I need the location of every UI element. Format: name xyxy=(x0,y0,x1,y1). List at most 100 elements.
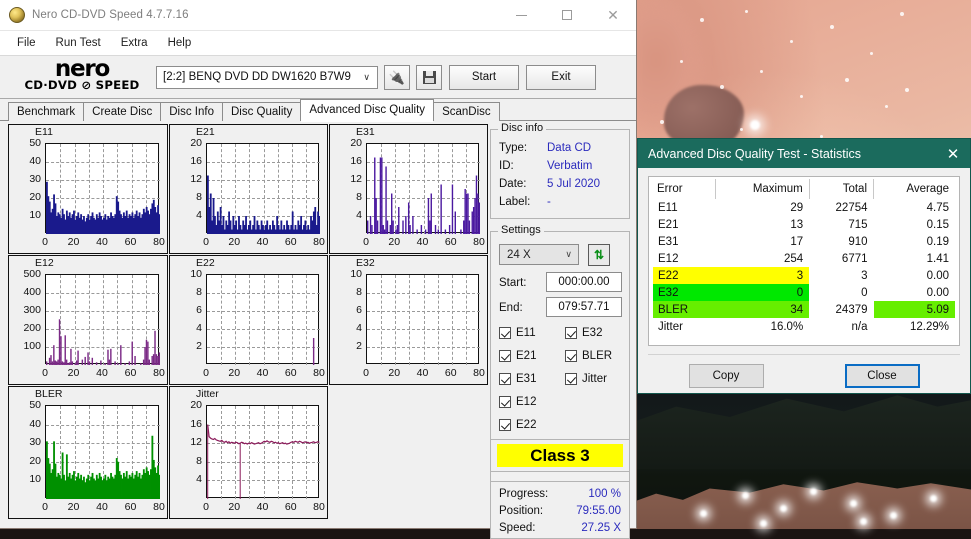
menubar: File Run Test Extra Help xyxy=(0,31,636,55)
close-dialog-button[interactable]: Close xyxy=(844,364,920,388)
exit-button[interactable]: Exit xyxy=(526,64,596,90)
x-axis-tick-label: 20 xyxy=(228,501,241,513)
cell-average: 12.29% xyxy=(909,320,949,333)
checkbox-e31[interactable]: E31 xyxy=(499,373,536,385)
menu-extra[interactable]: Extra xyxy=(112,34,157,52)
tab-disc-info[interactable]: Disc Info xyxy=(160,102,223,121)
y-axis-tick-label: 16 xyxy=(190,155,202,167)
start-button[interactable]: Start xyxy=(449,64,519,90)
y-axis-tick-label: 20 xyxy=(350,137,362,149)
drive-select-value: [2:2] BENQ DVD DD DW1620 B7W9 xyxy=(163,71,351,83)
x-axis-tick-label: 60 xyxy=(284,501,297,513)
menu-file[interactable]: File xyxy=(8,34,45,52)
tab-benchmark[interactable]: Benchmark xyxy=(8,102,85,121)
chart-e32: E32 2 4 6 8 10 0 20 40 60 80 xyxy=(329,255,488,385)
table-row: BLER 34 24379 5.09 xyxy=(653,301,955,318)
x-axis-tick-label: 80 xyxy=(313,236,325,248)
tab-content-advanced-disc-quality: E11 10 20 30 40 50 0 20 40 60 80 E21 4 8 12 16 20 0 20 40 60… xyxy=(0,121,636,539)
drive-select[interactable]: [2:2] BENQ DVD DD DW1620 B7W9 ∨ xyxy=(156,65,378,89)
y-axis-tick-label: 4 xyxy=(356,209,362,221)
tab-advanced-disc-quality[interactable]: Advanced Disc Quality xyxy=(300,99,435,122)
disc-label-value: - xyxy=(547,196,551,208)
wallpaper-star xyxy=(790,40,793,43)
checkbox-e32[interactable]: E32 xyxy=(565,327,602,339)
speed-select[interactable]: 24 X ∨ xyxy=(499,244,579,265)
toolbar: nero CD·DVD ⊘ SPEED [2:2] BENQ DVD DD DW… xyxy=(0,55,636,99)
chevron-down-icon: ∨ xyxy=(363,71,370,82)
table-row: E32 0 0 0.00 xyxy=(653,284,955,301)
col-header-total: Total xyxy=(809,179,875,199)
chart-series xyxy=(46,319,160,365)
cell-maximum: 0 xyxy=(715,284,810,301)
wallpaper-ground-light xyxy=(860,518,867,525)
checkbox-e21[interactable]: E21 xyxy=(499,350,536,362)
chart-e22: E22 2 4 6 8 10 0 20 40 60 80 xyxy=(169,255,328,385)
plugin-button[interactable]: 🔌 xyxy=(384,64,410,90)
y-axis-tick-label: 50 xyxy=(29,137,41,149)
refresh-button[interactable]: ⇅ xyxy=(588,244,610,266)
statistics-dialog: Advanced Disc Quality Test - Statistics … xyxy=(637,138,971,394)
y-axis-tick-label: 2 xyxy=(356,340,362,352)
y-axis-tick-label: 4 xyxy=(196,322,202,334)
menu-run-test[interactable]: Run Test xyxy=(47,34,110,52)
minimize-button[interactable] xyxy=(498,0,544,31)
y-axis-tick-label: 8 xyxy=(196,191,202,203)
table-row: E31 17 910 0.19 xyxy=(653,233,955,250)
cell-average: 0.00 xyxy=(926,269,949,282)
cell-maximum: 16.0% xyxy=(770,320,804,333)
checkbox-e22[interactable]: E22 xyxy=(499,419,536,431)
chart-plot-area xyxy=(45,274,160,365)
nero-logo-word: nero xyxy=(54,56,111,82)
wallpaper-star xyxy=(900,12,904,16)
x-axis-tick-label: 40 xyxy=(256,367,269,379)
wallpaper-ground-light xyxy=(760,520,767,527)
checkbox-label: Jitter xyxy=(582,373,607,385)
y-axis-tick-label: 12 xyxy=(190,173,202,185)
window-titlebar: Nero CD-DVD Speed 4.7.7.16 ✕ xyxy=(0,0,636,31)
menu-help[interactable]: Help xyxy=(159,34,201,52)
y-axis-tick-label: 400 xyxy=(23,286,41,298)
tab-create-disc[interactable]: Create Disc xyxy=(83,102,162,121)
disc-id-value: Verbatim xyxy=(547,160,593,172)
tab-scandisc[interactable]: ScanDisc xyxy=(433,102,500,121)
checkbox-e12[interactable]: E12 xyxy=(499,396,536,408)
end-time-input[interactable]: 079:57.71 xyxy=(546,297,622,317)
close-icon[interactable]: ✕ xyxy=(936,139,970,168)
save-button[interactable] xyxy=(416,64,442,90)
checkbox-icon xyxy=(499,327,511,339)
close-button[interactable]: ✕ xyxy=(590,0,636,31)
y-axis-tick-label: 40 xyxy=(29,155,41,167)
checkbox-icon xyxy=(499,373,511,385)
speed-label: Speed: xyxy=(499,522,536,534)
y-axis-tick-label: 16 xyxy=(350,155,362,167)
chart-plot-area xyxy=(45,143,160,234)
progress-panel: Progress: 100 % Position: 79:55.00 Speed… xyxy=(490,481,630,539)
cell-maximum: 13 xyxy=(790,218,804,231)
speed-value: 27.25 X xyxy=(581,522,621,534)
y-axis-tick-label: 6 xyxy=(356,304,362,316)
checkbox-e11[interactable]: E11 xyxy=(499,327,536,339)
x-axis-tick-label: 40 xyxy=(96,367,108,379)
checkbox-jitter[interactable]: Jitter xyxy=(565,373,607,385)
copy-button[interactable]: Copy xyxy=(688,364,764,388)
checkbox-bler[interactable]: BLER xyxy=(565,350,612,362)
statistics-table: Error Maximum Total Average E11 29 22754 4.… xyxy=(653,179,955,335)
nero-cd-dvd-speed-window: Nero CD-DVD Speed 4.7.7.16 ✕ File Run Te… xyxy=(0,0,637,539)
tab-disc-quality[interactable]: Disc Quality xyxy=(222,102,302,121)
y-axis-tick-label: 200 xyxy=(23,322,41,334)
start-time-input[interactable]: 000:00.00 xyxy=(546,272,622,292)
wallpaper-ground-light xyxy=(810,488,817,495)
quality-class-panel: Class 3 xyxy=(490,439,630,472)
wallpaper-ground-light xyxy=(700,510,707,517)
x-axis-tick-label: 20 xyxy=(228,236,241,248)
x-axis-tick-label: 0 xyxy=(363,236,369,248)
y-axis-tick-label: 10 xyxy=(29,209,41,221)
statistics-dialog-footer: Copy Close xyxy=(648,354,960,388)
statistics-dialog-body: Error Maximum Total Average E11 29 22754 4.… xyxy=(638,168,970,388)
nero-logo-subtitle: CD·DVD ⊘ SPEED xyxy=(24,78,140,92)
cell-error: E21 xyxy=(658,218,679,231)
cell-total: 6771 xyxy=(841,252,868,265)
y-axis-tick-label: 30 xyxy=(29,436,41,449)
chart-series xyxy=(46,181,160,234)
maximize-button[interactable] xyxy=(544,0,590,31)
